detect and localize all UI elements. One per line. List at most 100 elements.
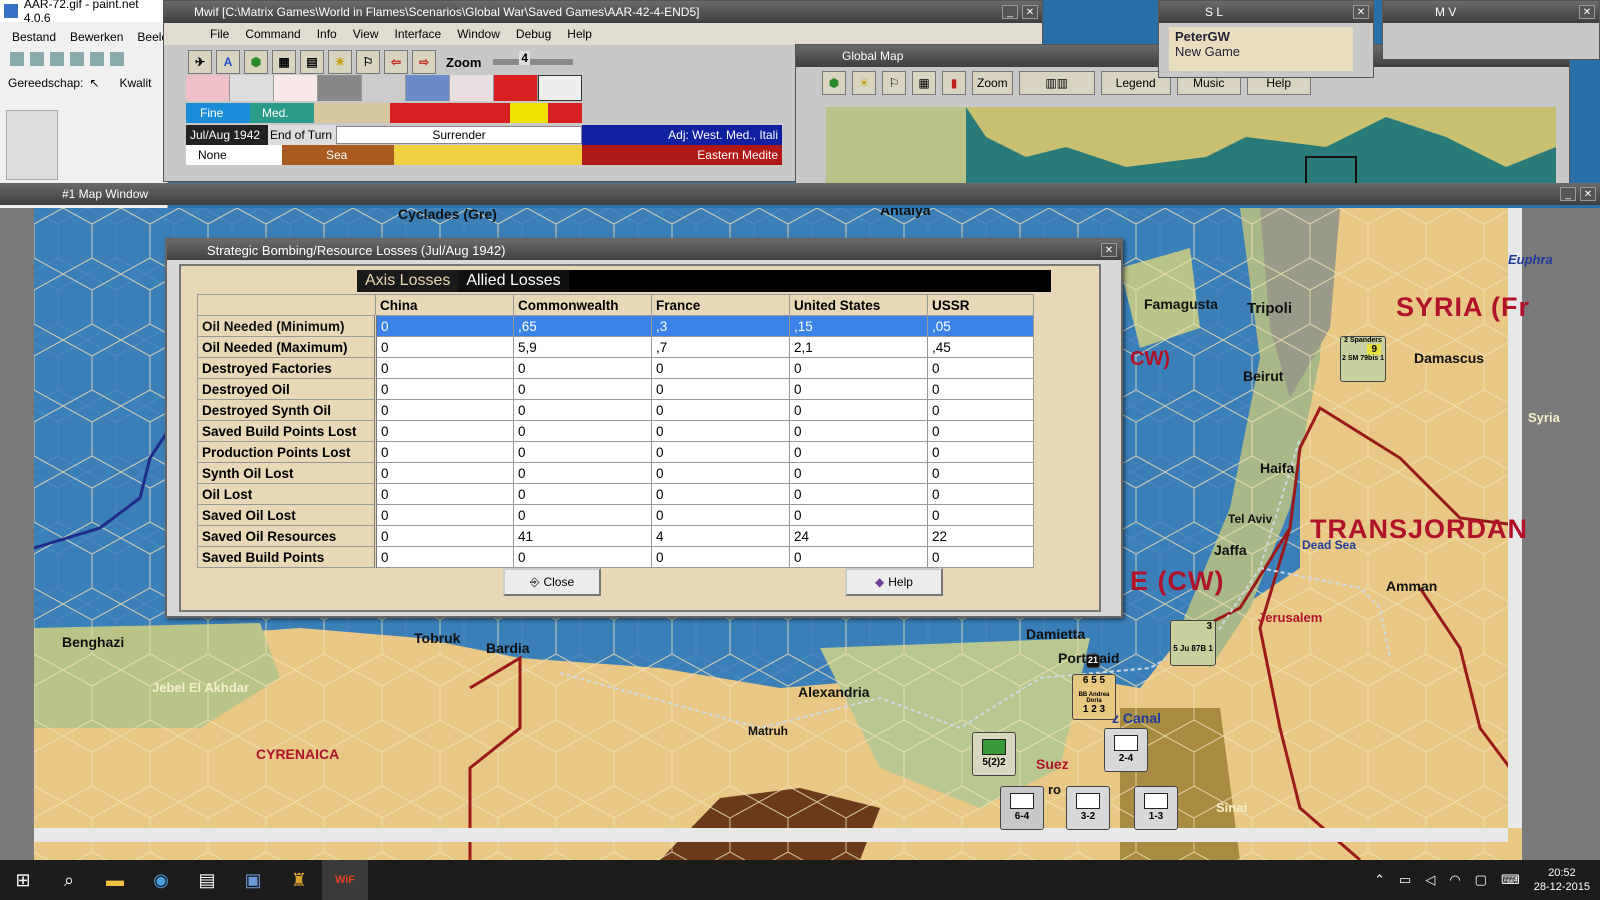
table-cell: 0 xyxy=(651,357,790,379)
cut-icon[interactable] xyxy=(90,52,104,66)
menu-bestand[interactable]: Bestand xyxy=(12,30,56,44)
stack-marker[interactable]: 21 xyxy=(1086,654,1100,668)
mwif-task-icon[interactable]: WiF xyxy=(322,860,368,900)
map-window-close-button[interactable]: ✕ xyxy=(1580,187,1596,201)
flag-2[interactable] xyxy=(230,75,274,101)
table-row[interactable]: Saved Oil Resources 0 41 4 24 22 xyxy=(197,525,1034,547)
infantry-counter[interactable]: 5(2)2 xyxy=(972,732,1016,776)
table-row[interactable]: Destroyed Oil 0 0 0 0 0 xyxy=(197,378,1034,400)
sun-icon[interactable]: ☀ xyxy=(328,50,352,74)
table-row[interactable]: Destroyed Synth Oil 0 0 0 0 0 xyxy=(197,399,1034,421)
menu-bewerken[interactable]: Bewerken xyxy=(70,30,123,44)
tab-allied-losses[interactable]: Allied Losses xyxy=(458,270,569,292)
help-button[interactable]: ◆ Help xyxy=(845,568,943,596)
flag-japan[interactable] xyxy=(274,75,318,101)
table-row[interactable]: Production Points Lost 0 0 0 0 0 xyxy=(197,441,1034,463)
grid-icon-gm[interactable]: ▦ xyxy=(912,71,936,95)
save-icon[interactable] xyxy=(50,52,64,66)
menu-file[interactable]: File xyxy=(210,27,229,41)
keyboard-icon[interactable]: ⌨ xyxy=(1501,872,1520,888)
menu-debug[interactable]: Debug xyxy=(516,27,551,41)
plane-icon[interactable]: ✈ xyxy=(188,50,212,74)
arrow-left-icon[interactable]: ⇦ xyxy=(384,50,408,74)
pointer-icon[interactable]: ↖ xyxy=(89,76,99,90)
game-icon[interactable]: ♜ xyxy=(276,860,322,900)
corps-counter-d[interactable]: 1-3 xyxy=(1134,786,1178,830)
table-row[interactable]: Saved Build Points 0 0 0 0 0 xyxy=(197,546,1034,568)
tool-palette[interactable] xyxy=(6,110,58,180)
flag-uk[interactable] xyxy=(362,75,406,101)
menu-info[interactable]: Info xyxy=(317,27,337,41)
table-row[interactable]: Oil Needed (Minimum) 0,65,3,15,05 xyxy=(197,315,1034,337)
search-icon[interactable]: ⌕ xyxy=(46,860,92,900)
grid-icon[interactable]: ▦ xyxy=(272,50,296,74)
table-cell: 4 xyxy=(651,525,790,547)
sun-icon-gm[interactable]: ☀ xyxy=(852,71,876,95)
paintnet-task-icon[interactable]: ▣ xyxy=(230,860,276,900)
global-map-view[interactable] xyxy=(826,107,1556,186)
flag-france[interactable] xyxy=(406,75,450,101)
table-row[interactable]: Oil Needed (Maximum) 0 5,9,7 2,1,45 xyxy=(197,336,1034,358)
corps-counter-b[interactable]: 6-4 xyxy=(1000,786,1044,830)
table-row[interactable]: Saved Build Points Lost 0 0 0 0 0 xyxy=(197,420,1034,442)
copy-icon[interactable] xyxy=(110,52,124,66)
new-file-icon[interactable] xyxy=(10,52,24,66)
flag-usa[interactable] xyxy=(450,75,494,101)
air-unit-label: 5 Ju 87B 1 xyxy=(1173,644,1213,653)
file-explorer-icon[interactable]: ▬ xyxy=(92,860,138,900)
mv-close-button[interactable]: ✕ xyxy=(1579,5,1595,19)
table-row[interactable]: Oil Lost 0 0 0 0 0 xyxy=(197,483,1034,505)
minimize-button[interactable]: _ xyxy=(1002,5,1018,19)
flag-1[interactable] xyxy=(186,75,230,101)
volume-icon[interactable]: ◁ xyxy=(1425,872,1435,888)
gm-zoom-button[interactable]: Zoom xyxy=(972,71,1013,95)
target-icon[interactable] xyxy=(538,75,582,101)
table-cell: 0 xyxy=(789,441,928,463)
flag-4[interactable] xyxy=(318,75,362,101)
hex-green-icon[interactable]: ⬢ xyxy=(244,50,268,74)
start-windows-icon[interactable]: ⊞ xyxy=(0,860,46,900)
menu-interface[interactable]: Interface xyxy=(395,27,442,41)
clock[interactable]: 20:52 28-12-2015 xyxy=(1534,866,1590,894)
table-row[interactable]: Synth Oil Lost 0 0 0 0 0 xyxy=(197,462,1034,484)
notification-icon[interactable]: ▢ xyxy=(1475,872,1487,888)
browser-icon[interactable]: ◉ xyxy=(138,860,184,900)
surrender-field[interactable]: Surrender xyxy=(336,126,582,144)
wifi-icon[interactable]: ◠ xyxy=(1449,872,1460,888)
tray-chevron-icon[interactable]: ⌃ xyxy=(1374,872,1385,888)
map-window-minimize-button[interactable]: _ xyxy=(1560,187,1576,201)
corps-counter-c[interactable]: 3-2 xyxy=(1066,786,1110,830)
corps-counter-a[interactable]: 2-4 xyxy=(1104,728,1148,772)
close-button[interactable]: ✕ xyxy=(1022,5,1038,19)
flag-icon[interactable]: ⚐ xyxy=(356,50,380,74)
air-unit-counter[interactable]: 3 5 Ju 87B 1 xyxy=(1170,620,1216,666)
sl-close-button[interactable]: ✕ xyxy=(1353,5,1369,19)
flag-icon-gm[interactable]: ⚐ xyxy=(882,71,906,95)
dialog-close-x-button[interactable]: ✕ xyxy=(1101,243,1117,257)
clock-date: 28-12-2015 xyxy=(1533,881,1590,893)
ship-counter[interactable]: 6 5 5 BB Andrea Doria 1 2 3 xyxy=(1072,674,1116,720)
tab-axis-losses[interactable]: Axis Losses xyxy=(357,270,459,292)
hex-icon[interactable]: ⬢ xyxy=(822,71,846,95)
close-button[interactable]: ⎆ Close xyxy=(503,568,601,596)
thermometer-icon[interactable]: ▮ xyxy=(942,71,966,95)
note-icon[interactable]: ▤ xyxy=(300,50,324,74)
battery-icon[interactable]: ▭ xyxy=(1399,872,1411,888)
table-row[interactable]: Saved Oil Lost 0 0 0 0 0 xyxy=(197,504,1034,526)
row-header: Destroyed Synth Oil xyxy=(197,399,377,421)
documents-icon[interactable]: ▤ xyxy=(184,860,230,900)
windows-taskbar: ⊞ ⌕ ▬ ◉ ▤ ▣ ♜ WiF ⌃ ▭ ◁ ◠ ▢ ⌨ 20:52 28-1… xyxy=(0,860,1600,900)
open-file-icon[interactable] xyxy=(30,52,44,66)
font-icon[interactable]: A xyxy=(216,50,240,74)
air-unit-stack-syria[interactable]: 2 Spanders 9 2 SM 79bis 1 xyxy=(1340,336,1386,382)
menu-command[interactable]: Command xyxy=(245,27,300,41)
arrow-right-icon[interactable]: ⇨ xyxy=(412,50,436,74)
gm-piano-icon[interactable]: ▥▥ xyxy=(1018,71,1095,95)
menu-help[interactable]: Help xyxy=(567,27,592,41)
print-icon[interactable] xyxy=(70,52,84,66)
table-row[interactable]: Destroyed Factories 0 0 0 0 0 xyxy=(197,357,1034,379)
zoom-slider[interactable]: 4 xyxy=(493,51,574,65)
flag-ussr[interactable] xyxy=(494,75,538,101)
menu-window[interactable]: Window xyxy=(457,27,500,41)
menu-view[interactable]: View xyxy=(353,27,379,41)
